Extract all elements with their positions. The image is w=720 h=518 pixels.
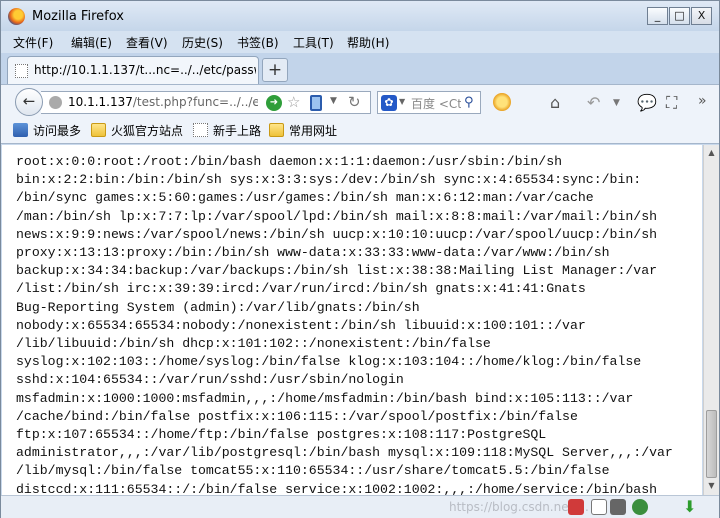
folder-icon [269, 123, 284, 137]
menu-edit[interactable]: 编辑(E) [71, 34, 112, 51]
bookmark-getting-started[interactable]: 新手上路 [193, 122, 261, 140]
menu-view[interactable]: 查看(V) [126, 34, 168, 51]
menu-bookmarks[interactable]: 书签(B) [237, 34, 279, 51]
back-button[interactable]: ← [15, 88, 43, 116]
menu-tools[interactable]: 工具(T) [293, 34, 334, 51]
bookmark-most-visited[interactable]: 访问最多 [13, 122, 81, 140]
url-input[interactable]: 10.1.1.137/test.php?func=../../etc/ [68, 95, 258, 109]
close-button[interactable]: X [691, 7, 712, 25]
go-arrow-icon[interactable]: ➜ [266, 95, 282, 111]
bookmarks-toolbar: 访问最多 火狐官方站点 新手上路 常用网址 [1, 118, 719, 144]
page-favicon-icon [15, 64, 28, 78]
tab-strip: http://10.1.1.137/t...nc=../../etc/passw… [1, 53, 719, 84]
folder-icon [91, 123, 106, 137]
firefox-window: Mozilla Firefox _ □ X 文件(F) 编辑(E) 查看(V) … [0, 0, 720, 518]
reload-icon[interactable]: ↻ [348, 93, 361, 111]
bookmark-common-sites[interactable]: 常用网址 [269, 122, 337, 140]
scroll-up-icon[interactable]: ▲ [705, 146, 718, 160]
url-host: 10.1.1.137 [68, 95, 133, 109]
bookmark-label: 常用网址 [289, 124, 338, 138]
addon-page-icon[interactable] [591, 499, 607, 515]
title-bar: Mozilla Firefox _ □ X [1, 1, 719, 31]
menu-bar: 文件(F) 编辑(E) 查看(V) 历史(S) 书签(B) 工具(T) 帮助(H… [1, 31, 719, 53]
site-identity-icon[interactable] [49, 96, 62, 109]
maximize-button[interactable]: □ [669, 7, 690, 25]
search-engine-dropdown-icon[interactable]: ▼ [399, 97, 405, 106]
baidu-paw-icon[interactable]: ✿ [381, 95, 397, 111]
bookmark-star-icon[interactable]: ☆ [287, 93, 300, 111]
url-bar[interactable]: 10.1.1.137/test.php?func=../../etc/ ➜ ☆ … [41, 91, 371, 114]
bookmark-label: 新手上路 [213, 124, 262, 138]
persona-icon[interactable] [493, 93, 511, 111]
url-dropdown-icon[interactable]: ▼ [330, 96, 337, 106]
addon-globe-icon[interactable] [632, 499, 648, 515]
scroll-thumb[interactable] [706, 410, 717, 478]
bookmark-label: 火狐官方站点 [111, 124, 184, 138]
addon-red-icon[interactable] [568, 499, 584, 515]
tab-title: http://10.1.1.137/t...nc=../../etc/passw… [34, 63, 256, 77]
screenshot-crop-icon[interactable]: ⛶ [666, 93, 677, 113]
page-icon [193, 123, 208, 137]
page-content: root:x:0:0:root:/root:/bin/bash daemon:x… [2, 145, 702, 495]
addon-gray-icon[interactable] [610, 499, 626, 515]
navigation-toolbar: 10.1.1.137/test.php?func=../../etc/ ➜ ☆ … [1, 84, 719, 118]
chat-bubble-icon[interactable]: 💬 [637, 93, 657, 112]
undo-icon[interactable]: ↶ [587, 93, 600, 112]
bookmark-firefox-site[interactable]: 火狐官方站点 [91, 122, 183, 140]
url-path: /test.php?func=../../etc/ [132, 95, 258, 109]
bookmark-label: 访问最多 [33, 124, 82, 138]
scroll-down-icon[interactable]: ▼ [705, 479, 718, 493]
most-visited-icon [13, 123, 28, 137]
vertical-scrollbar[interactable]: ▲ ▼ [703, 145, 719, 495]
minimize-button[interactable]: _ [647, 7, 668, 25]
search-bar[interactable]: ✿ ▼ 百度 <Ct ⚲ [377, 91, 481, 114]
menu-file[interactable]: 文件(F) [13, 34, 53, 51]
home-icon[interactable]: ⌂ [550, 93, 560, 112]
menu-history[interactable]: 历史(S) [182, 34, 223, 51]
tab-active[interactable]: http://10.1.1.137/t...nc=../../etc/passw… [7, 56, 259, 84]
addon-bar: https://blog.csdn.net/... ⬇ [1, 495, 719, 518]
new-tab-button[interactable]: + [262, 58, 288, 82]
back-arrow-icon: ← [22, 92, 36, 110]
download-arrow-icon[interactable]: ⬇ [683, 497, 696, 516]
search-icon[interactable]: ⚲ [464, 95, 474, 110]
firefox-logo-icon [8, 8, 25, 25]
undo-dropdown-icon[interactable]: ▼ [613, 98, 620, 108]
window-title: Mozilla Firefox [32, 9, 124, 24]
menu-help[interactable]: 帮助(H) [347, 34, 389, 51]
search-input[interactable]: 百度 <Ct [411, 95, 461, 112]
passwd-text: root:x:0:0:root:/root:/bin/bash daemon:x… [16, 154, 673, 495]
mobile-icon[interactable] [310, 95, 322, 111]
overflow-chevron-icon[interactable]: » [698, 93, 707, 109]
